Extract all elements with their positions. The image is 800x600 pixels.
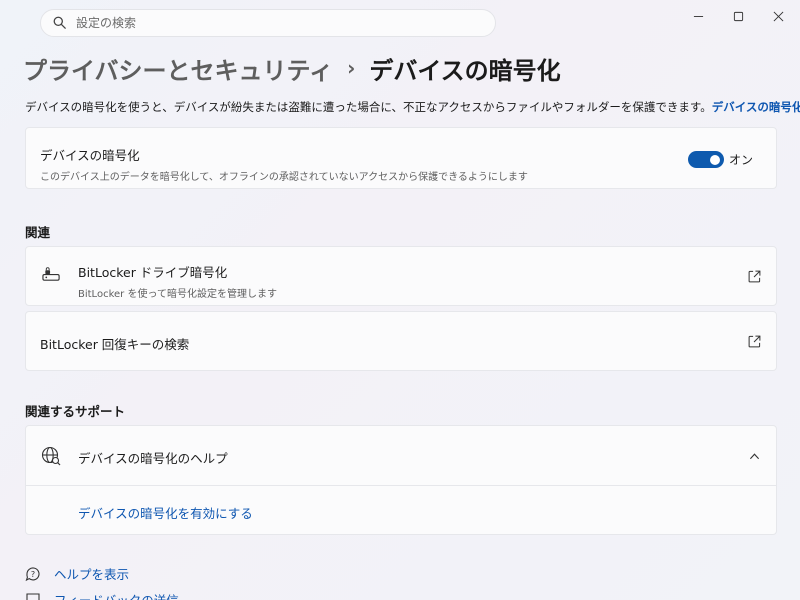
device-encryption-card: デバイスの暗号化 このデバイス上のデータを暗号化して、オフラインの承認されていな… — [25, 127, 777, 189]
svg-text:?: ? — [31, 570, 35, 579]
enable-encryption-link[interactable]: デバイスの暗号化を有効にする — [78, 503, 253, 522]
breadcrumb-parent[interactable]: プライバシーとセキュリティ — [23, 51, 333, 86]
page-title: デバイスの暗号化 — [369, 56, 561, 85]
related-support-heading: 関連するサポート — [25, 404, 126, 419]
maximize-icon — [733, 11, 743, 21]
breadcrumb: プライバシーとセキュリティ › デバイスの暗号化 — [23, 50, 561, 86]
support-card: デバイスの暗号化のヘルプ デバイスの暗号化を有効にする — [25, 425, 777, 535]
get-help-link[interactable]: ? ヘルプを表示 — [25, 564, 129, 583]
close-icon — [773, 11, 783, 21]
chevron-up-icon[interactable] — [749, 451, 760, 462]
toggle-state-label: オン — [728, 153, 753, 167]
globe-search-icon — [41, 446, 61, 466]
bitlocker-title: BitLocker ドライブ暗号化 — [78, 265, 228, 280]
search-box[interactable] — [40, 9, 496, 37]
learn-more-link[interactable]: デバイスの暗号化の詳細 — [712, 100, 800, 114]
support-help-title: デバイスの暗号化のヘルプ — [78, 451, 228, 466]
device-encryption-subtitle: このデバイス上のデータを暗号化して、オフラインの承認されていないアクセスから保護… — [40, 172, 528, 183]
help-chat-icon: ? — [25, 566, 40, 581]
maximize-button[interactable] — [718, 0, 758, 32]
breadcrumb-separator: › — [347, 56, 356, 80]
search-input[interactable] — [76, 16, 456, 30]
feedback-icon — [26, 592, 40, 600]
bitlocker-drive-icon — [42, 267, 60, 281]
support-header[interactable]: デバイスの暗号化のヘルプ — [26, 426, 776, 486]
page-description: デバイスの暗号化を使うと、デバイスが紛失または盗難に遭った場合に、不正なアクセス… — [25, 99, 800, 115]
description-text: デバイスの暗号化を使うと、デバイスが紛失または盗難に遭った場合に、不正なアクセス… — [25, 100, 712, 114]
minimize-button[interactable] — [678, 0, 718, 32]
recovery-key-title: BitLocker 回復キーの検索 — [40, 337, 190, 352]
send-feedback-link[interactable]: フィードバックの送信 — [25, 590, 179, 600]
device-encryption-toggle[interactable] — [688, 151, 724, 168]
bitlocker-card[interactable]: BitLocker ドライブ暗号化 BitLocker を使って暗号化設定を管理… — [25, 246, 777, 306]
external-link-icon — [748, 270, 761, 283]
minimize-icon — [693, 15, 703, 17]
get-help-label: ヘルプを表示 — [54, 567, 130, 582]
bitlocker-subtitle: BitLocker を使って暗号化設定を管理します — [78, 289, 277, 300]
close-button[interactable] — [758, 0, 798, 32]
related-heading: 関連 — [25, 225, 51, 240]
external-link-icon — [748, 335, 761, 348]
bitlocker-recovery-card[interactable]: BitLocker 回復キーの検索 — [25, 311, 777, 371]
search-icon — [53, 14, 66, 33]
device-encryption-title: デバイスの暗号化 — [40, 148, 140, 163]
send-feedback-label: フィードバックの送信 — [54, 590, 179, 600]
